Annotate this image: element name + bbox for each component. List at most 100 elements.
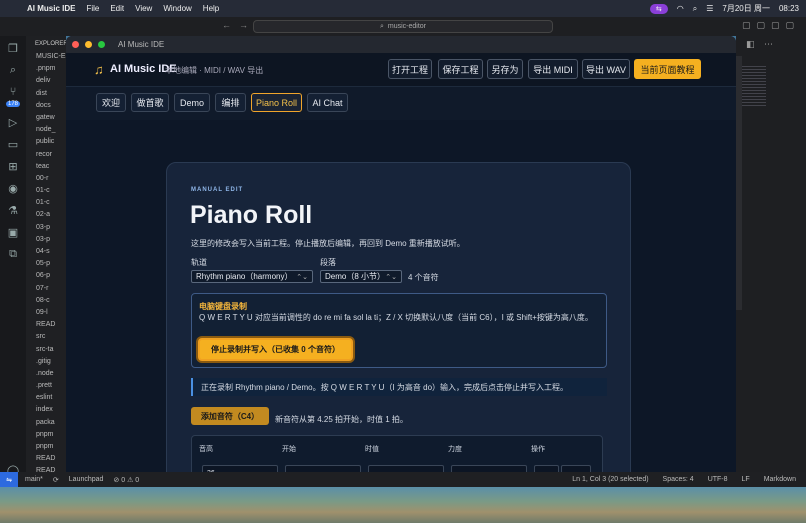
explorer-item[interactable]: 00-r: [26, 173, 66, 185]
branch-status[interactable]: main*: [25, 476, 43, 484]
explorer-item[interactable]: teac: [26, 161, 66, 173]
search-icon[interactable]: ⌕: [693, 4, 697, 14]
save-as-button[interactable]: 另存为: [487, 59, 523, 79]
wifi-icon[interactable]: ◠: [677, 4, 684, 13]
explorer-item[interactable]: 09-l: [26, 307, 66, 319]
tab-ai-chat[interactable]: AI Chat: [307, 93, 348, 112]
menu-file[interactable]: File: [86, 4, 99, 13]
activity-bar: ❐ ⌕ ⑂ 178 ▷ ▭ ⊞ ◉ ⚗ ▣ ⧉ ◯ ⚙: [0, 36, 26, 498]
encoding-status[interactable]: UTF-8: [708, 476, 728, 483]
delete-button[interactable]: [561, 465, 591, 472]
source-control-icon[interactable]: ⑂: [10, 86, 17, 98]
explorer-item[interactable]: 01-c: [26, 185, 66, 197]
tab-arrange[interactable]: 编排: [215, 93, 246, 112]
run-debug-icon[interactable]: ▷: [9, 116, 17, 129]
page-tutorial-button[interactable]: 当前页面教程: [634, 59, 701, 79]
python-icon[interactable]: ⧉: [9, 248, 17, 261]
sync-icon[interactable]: ⟳: [53, 476, 59, 484]
explorer-item[interactable]: 01-c: [26, 197, 66, 209]
zoom-window-button[interactable]: [98, 41, 105, 48]
indentation-status[interactable]: Spaces: 4: [663, 476, 694, 483]
velocity-input[interactable]: [451, 465, 527, 472]
remote-icon[interactable]: ⇋: [0, 472, 18, 487]
explorer-item[interactable]: 03-p: [26, 222, 66, 234]
nav-arrows-icon[interactable]: ←→: [222, 20, 256, 30]
explorer-item[interactable]: 02-a: [26, 209, 66, 221]
explorer-item[interactable]: node_: [26, 124, 66, 136]
menu-window[interactable]: Window: [163, 4, 191, 13]
explorer-item[interactable]: pnpm: [26, 429, 66, 441]
explorer-item[interactable]: src: [26, 331, 66, 343]
testing-icon[interactable]: ⚗: [8, 204, 18, 217]
duration-input[interactable]: [368, 465, 444, 472]
explorer-item[interactable]: dist: [26, 88, 66, 100]
explorer-item[interactable]: public: [26, 136, 66, 148]
explorer-item[interactable]: deliv: [26, 75, 66, 87]
start-input[interactable]: [285, 465, 361, 472]
explorer-item[interactable]: READ: [26, 453, 66, 465]
search-icon[interactable]: ⌕: [10, 64, 16, 77]
github-icon[interactable]: ◉: [8, 182, 18, 195]
close-window-button[interactable]: [72, 41, 79, 48]
menu-help[interactable]: Help: [203, 4, 219, 13]
split-editor-icon[interactable]: ◧: [746, 39, 755, 50]
section-select[interactable]: Demo（8 小节） ⌃⌄: [320, 270, 402, 283]
explorer-item[interactable]: MUSIC-E: [26, 51, 66, 63]
explorer-item[interactable]: recor: [26, 149, 66, 161]
explorer-item[interactable]: READ: [26, 465, 66, 472]
tab-demo[interactable]: Demo: [174, 93, 210, 112]
layout-toggle-icons[interactable]: ▢▢▢▢: [742, 20, 800, 31]
explorer-item[interactable]: 04-s: [26, 246, 66, 258]
tab-piano-roll[interactable]: Piano Roll: [251, 93, 302, 112]
language-status[interactable]: Markdown: [764, 476, 796, 483]
explorer-icon[interactable]: ❐: [8, 42, 18, 55]
launchpad-status[interactable]: Launchpad: [69, 476, 104, 484]
explorer-item[interactable]: .node: [26, 368, 66, 380]
command-center-search[interactable]: ⌕ music-editor: [253, 20, 553, 33]
export-wav-button[interactable]: 导出 WAV: [582, 59, 630, 79]
explorer-item[interactable]: 06-p: [26, 270, 66, 282]
menubar-time[interactable]: 08:23: [779, 4, 799, 13]
explorer-item[interactable]: eslint: [26, 392, 66, 404]
open-project-button[interactable]: 打开工程: [388, 59, 432, 79]
docker-icon[interactable]: ▣: [8, 226, 18, 239]
save-project-button[interactable]: 保存工程: [438, 59, 483, 79]
col-duration: 时值: [365, 446, 379, 453]
tab-welcome[interactable]: 欢迎: [96, 93, 126, 112]
explorer-item[interactable]: 07-r: [26, 283, 66, 295]
explorer-item[interactable]: docs: [26, 100, 66, 112]
stop-recording-button[interactable]: 停止录制并写入（已收集 0 个音符）: [198, 338, 353, 361]
control-center-icon[interactable]: ☰: [706, 4, 713, 13]
cursor-position[interactable]: Ln 1, Col 3 (20 selected): [572, 476, 648, 483]
problems-status[interactable]: ⊘ 0 ⚠ 0: [113, 476, 139, 484]
explorer-item[interactable]: 03-p: [26, 234, 66, 246]
explorer-item[interactable]: .gitig: [26, 356, 66, 368]
add-note-button[interactable]: 添加音符（C4）: [191, 407, 269, 425]
explorer-item[interactable]: index: [26, 404, 66, 416]
row-action[interactable]: [534, 465, 559, 472]
track-select[interactable]: Rhythm piano（harmony） ⌃⌄: [191, 270, 313, 283]
menu-app-name[interactable]: AI Music IDE: [27, 4, 75, 13]
explorer-item[interactable]: packa: [26, 417, 66, 429]
explorer-item[interactable]: src-ta: [26, 344, 66, 356]
minimap[interactable]: [742, 66, 766, 106]
explorer-item[interactable]: .pnpm: [26, 63, 66, 75]
menubar-datetime[interactable]: 7月20日 周一: [722, 3, 770, 14]
explorer-item[interactable]: .prett: [26, 380, 66, 392]
extensions-icon[interactable]: ⊞: [8, 160, 17, 173]
explorer-item[interactable]: pnpm: [26, 441, 66, 453]
status-pill[interactable]: ⇆: [649, 3, 668, 14]
pitch-input[interactable]: 36: [202, 465, 278, 472]
explorer-item[interactable]: READ: [26, 319, 66, 331]
export-midi-button[interactable]: 导出 MIDI: [528, 59, 578, 79]
eol-status[interactable]: LF: [742, 476, 750, 483]
editor-actions-icon[interactable]: ⋯: [764, 39, 773, 50]
menu-edit[interactable]: Edit: [110, 4, 124, 13]
remote-explorer-icon[interactable]: ▭: [8, 138, 18, 151]
explorer-item[interactable]: gatew: [26, 112, 66, 124]
tab-make-song[interactable]: 做首歌: [131, 93, 169, 112]
menu-view[interactable]: View: [135, 4, 152, 13]
explorer-item[interactable]: 08-c: [26, 295, 66, 307]
explorer-item[interactable]: 05-p: [26, 258, 66, 270]
minimize-window-button[interactable]: [85, 41, 92, 48]
